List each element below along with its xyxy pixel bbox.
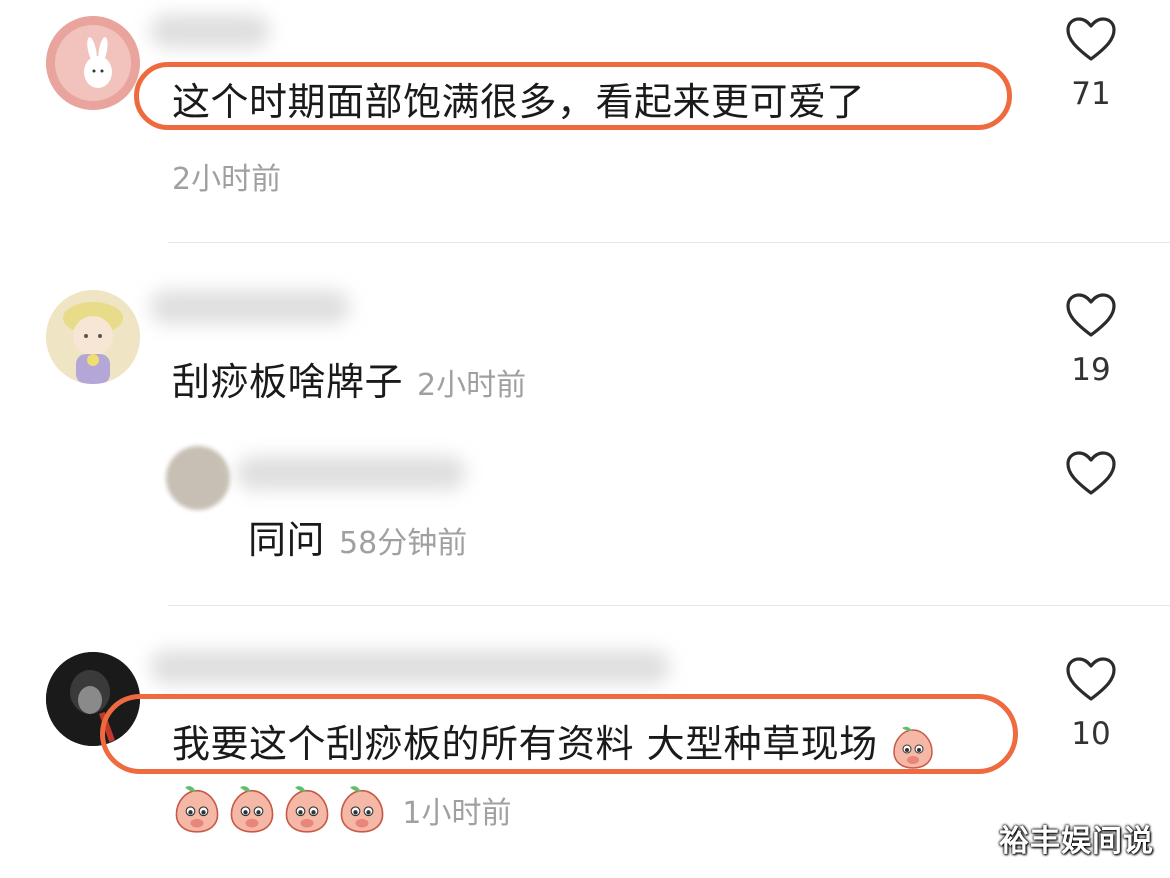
comment-text: 刮痧板啥牌子 (172, 360, 404, 404)
divider (168, 242, 1170, 243)
comment-text: 同问 (248, 518, 326, 562)
divider (168, 605, 1170, 606)
comment-time: 58分钟前 (339, 526, 468, 561)
watermark: 裕丰娱间说 (999, 824, 1154, 859)
like-button[interactable]: 10 (1061, 656, 1121, 752)
username-blurred[interactable] (236, 456, 466, 490)
peach-emoji-icon (340, 786, 384, 833)
username-blurred[interactable] (150, 650, 670, 684)
like-count: 19 (1071, 352, 1111, 388)
highlight-outline (100, 694, 1018, 774)
comment-time: 1小时前 (402, 796, 512, 831)
anime-avatar-icon (46, 290, 140, 384)
like-button[interactable]: 71 (1061, 16, 1121, 112)
avatar[interactable] (46, 290, 140, 384)
peach-emoji-icon (285, 786, 329, 833)
like-button[interactable] (1061, 450, 1121, 496)
emoji-row: 1小时前 (172, 782, 511, 834)
peach-emoji-icon (230, 786, 274, 833)
like-count: 10 (1071, 716, 1111, 752)
highlight-outline (134, 62, 1012, 130)
heart-icon (1066, 17, 1116, 61)
comment-text-row: 刮痧板啥牌子 2小时前 (172, 360, 526, 408)
username-blurred[interactable] (150, 14, 270, 48)
heart-icon (1066, 293, 1116, 337)
heart-icon (1066, 451, 1116, 495)
like-count: 71 (1071, 76, 1111, 112)
reply-text-row: 同问 58分钟前 (248, 518, 467, 566)
peach-emoji-icon (175, 786, 219, 833)
bunny-avatar-icon (46, 16, 140, 110)
like-button[interactable]: 19 (1061, 292, 1121, 388)
avatar[interactable] (166, 446, 230, 510)
comment-time: 2小时前 (172, 162, 282, 197)
avatar[interactable] (46, 16, 140, 110)
comment-time: 2小时前 (417, 368, 527, 403)
username-blurred[interactable] (150, 290, 350, 324)
heart-icon (1066, 657, 1116, 701)
